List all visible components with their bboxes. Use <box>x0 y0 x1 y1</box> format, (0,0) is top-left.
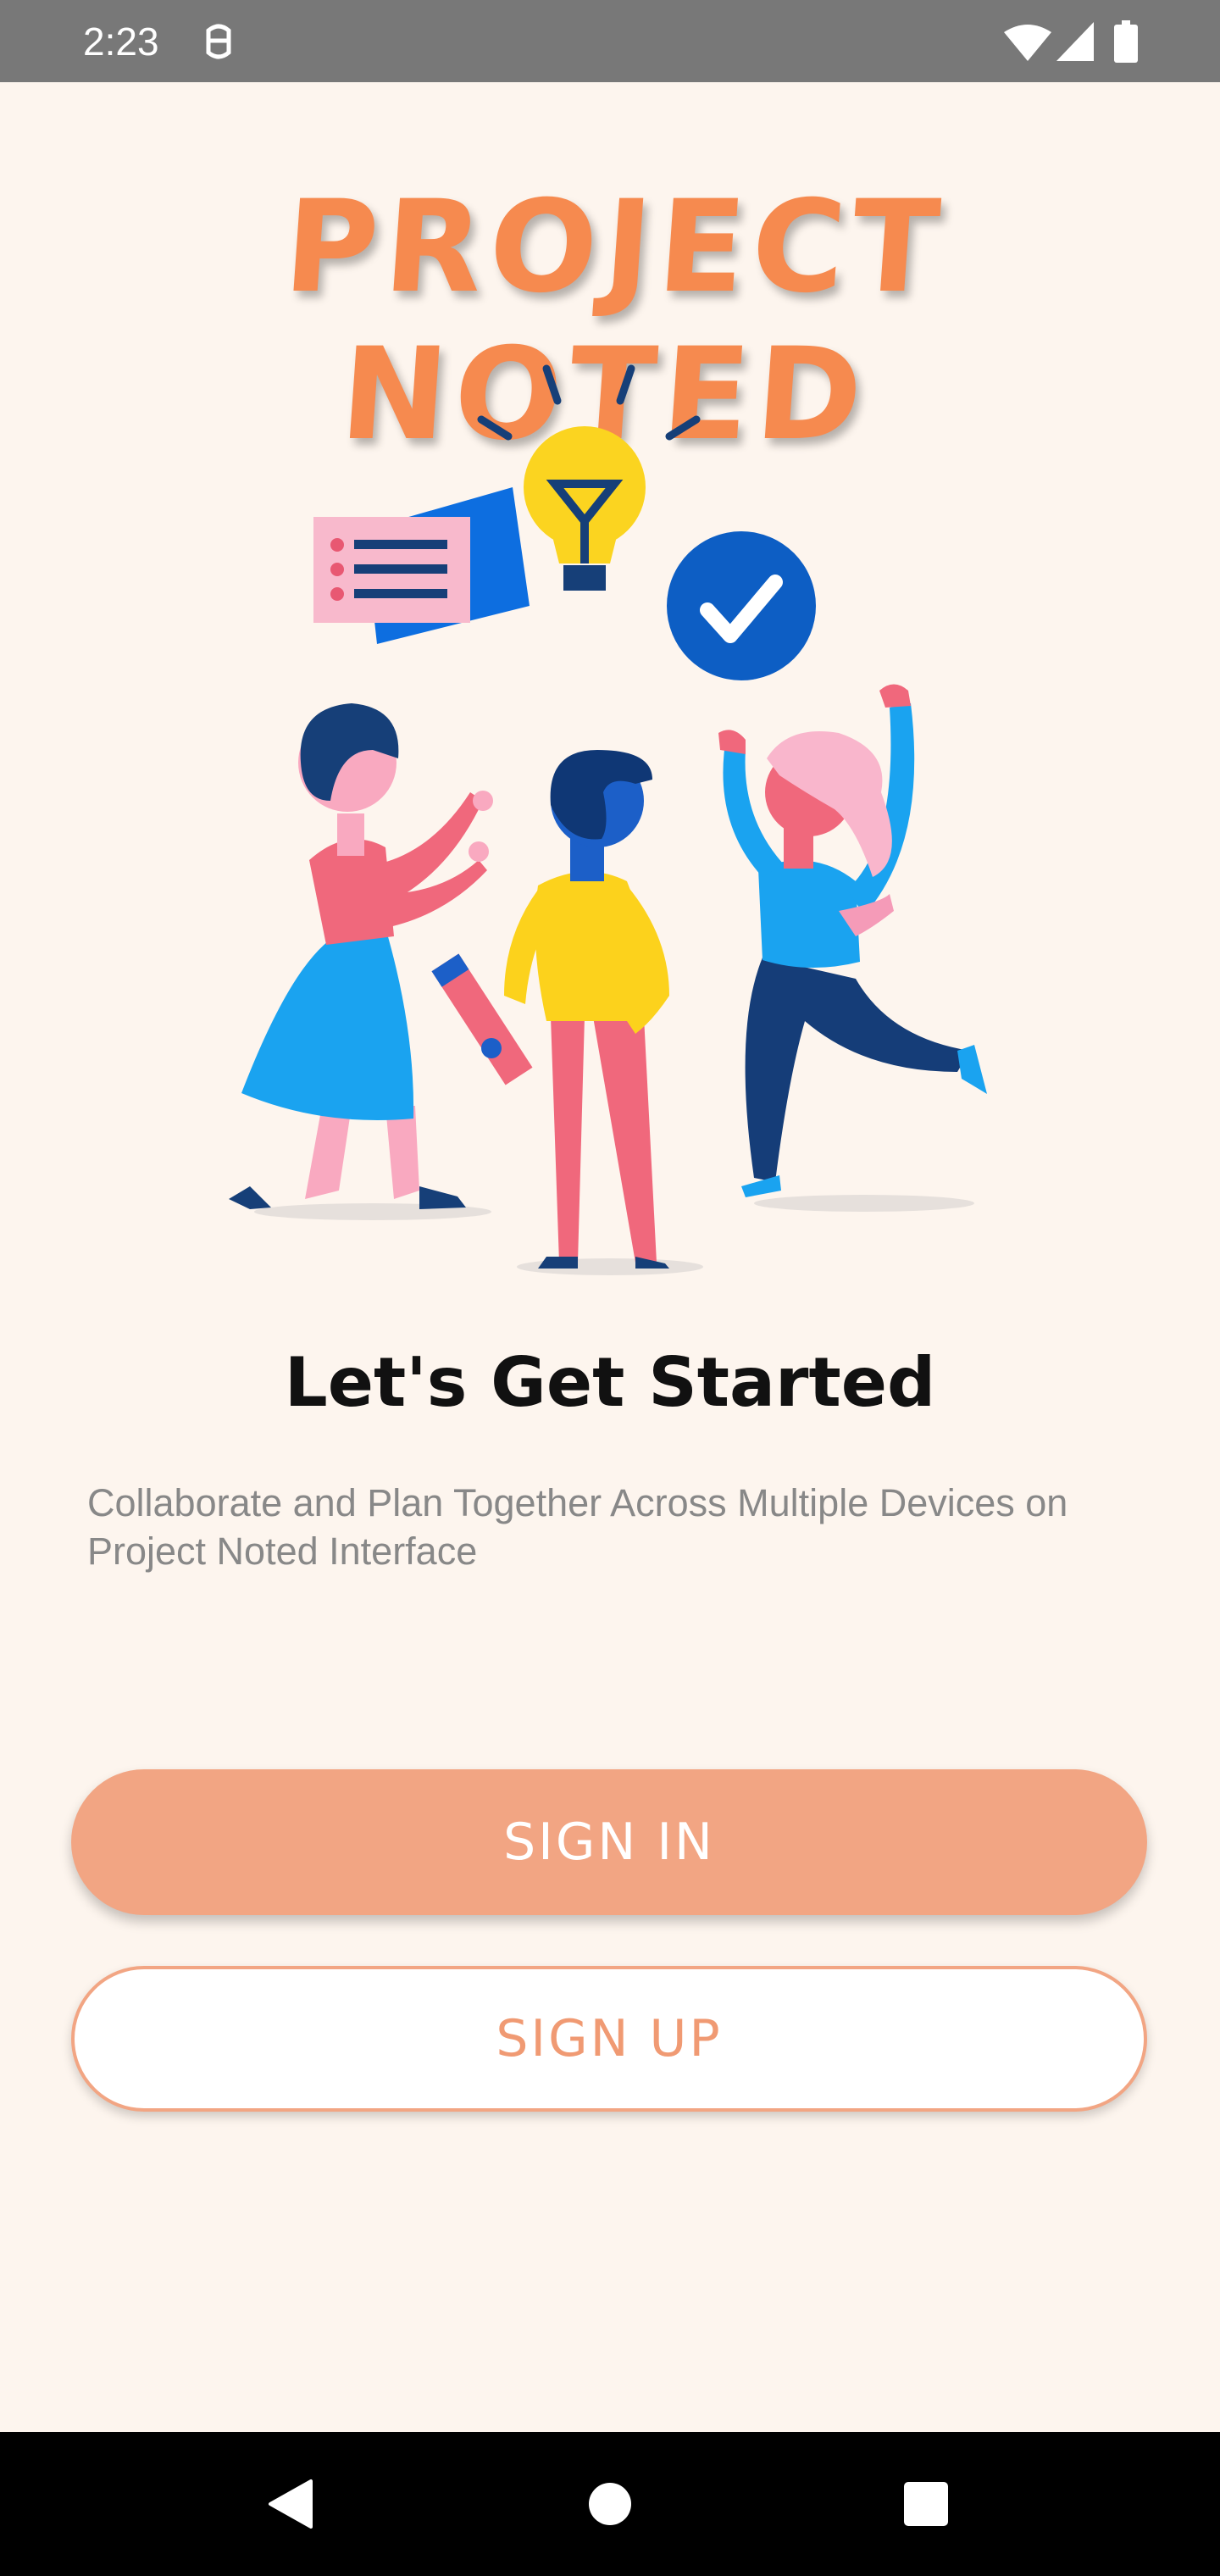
sign-up-button[interactable]: SIGN UP <box>71 1966 1147 2112</box>
signal-icon <box>1056 22 1094 65</box>
lightbulb-rays <box>477 364 701 441</box>
hero-illustration <box>212 352 1008 1284</box>
page-title: Let's Get Started <box>284 1343 936 1422</box>
sign-in-button[interactable]: SIGN IN <box>71 1769 1147 1915</box>
description-text: Collaborate and Plan Together Across Mul… <box>87 1481 1068 1573</box>
person-right-figure <box>718 684 987 1197</box>
wifi-icon <box>1004 24 1051 65</box>
battery-icon <box>1114 20 1138 67</box>
sign-in-label: SIGN IN <box>503 1813 715 1872</box>
sign-up-label: SIGN UP <box>496 2009 723 2068</box>
status-time: 2:23 <box>83 19 159 64</box>
recents-icon[interactable] <box>858 2432 994 2576</box>
notification-icon <box>202 22 236 67</box>
lightbulb-icon <box>524 426 646 591</box>
home-icon[interactable] <box>542 2432 678 2576</box>
message-card-icon <box>313 487 530 644</box>
back-icon[interactable] <box>223 2432 358 2576</box>
checkmark-icon <box>667 531 816 680</box>
status-bar: 2:23 <box>0 0 1220 82</box>
person-left-figure <box>229 703 493 1209</box>
navigation-bar <box>0 2432 1220 2576</box>
